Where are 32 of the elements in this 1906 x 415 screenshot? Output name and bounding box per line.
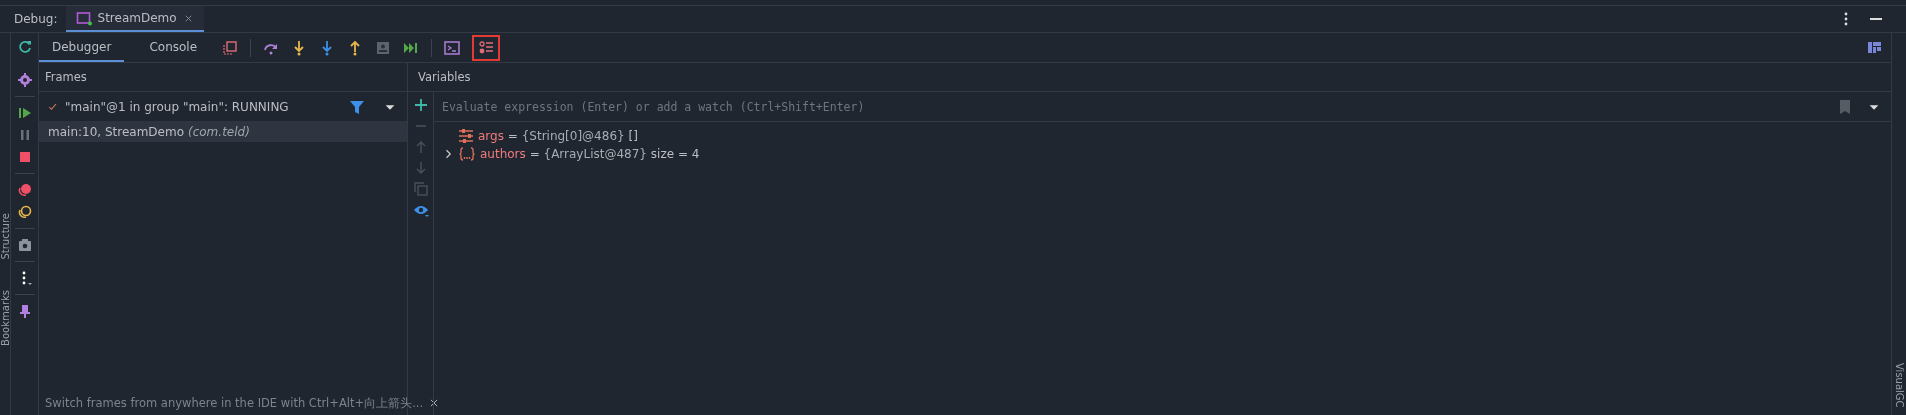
frames-title: Frames — [45, 70, 87, 84]
camera-icon[interactable] — [16, 237, 33, 253]
debug-label: Debug: — [14, 12, 58, 26]
layout-icon[interactable] — [1867, 39, 1883, 56]
panel-tab[interactable]: Console — [136, 33, 211, 62]
add-icon[interactable] — [412, 97, 429, 113]
evaluate-field[interactable]: Evaluate expression (Enter) or add a watch (Ctrl+Shift+Enter) — [440, 98, 1823, 115]
panel-tab[interactable]: Debugger — [39, 33, 125, 62]
variable-entry[interactable]: authors = {ArrayList@487} size = 4 — [480, 147, 700, 161]
thread-label: "main"@1 in group "main": RUNNING — [65, 99, 289, 114]
object-icon — [458, 146, 476, 162]
tool-window-label[interactable]: Bookmarks — [0, 289, 11, 346]
session-tab[interactable]: StreamDemo — [65, 6, 204, 32]
settings-icon[interactable] — [16, 72, 33, 88]
tool-window-label[interactable]: Structure — [0, 213, 11, 260]
close-icon[interactable] — [429, 398, 440, 408]
run-to-cursor-icon[interactable] — [375, 39, 392, 56]
window-icon — [75, 10, 92, 26]
restore-layout-icon[interactable] — [222, 39, 239, 56]
hint-text: Switch frames from anywhere in the IDE with Ctrl+Alt+向上箭头... — [45, 395, 424, 411]
list-icon[interactable] — [478, 39, 495, 56]
breakpoints-icon[interactable] — [16, 182, 33, 198]
rerun-icon[interactable] — [16, 39, 33, 55]
stack-frame[interactable]: main:10, StreamDemo (com.teld) — [39, 121, 407, 142]
terminal-icon[interactable] — [444, 39, 461, 56]
mute-breakpoints-icon[interactable] — [16, 204, 33, 220]
array-icon — [458, 128, 474, 144]
tool-window-label[interactable]: VisualGC — [1893, 363, 1905, 408]
variable-entry[interactable]: args = {String[0]@486} [] — [478, 129, 638, 143]
filter-icon[interactable] — [349, 98, 365, 115]
variables-title: Variables — [418, 70, 471, 84]
resume-icon[interactable] — [16, 105, 33, 121]
